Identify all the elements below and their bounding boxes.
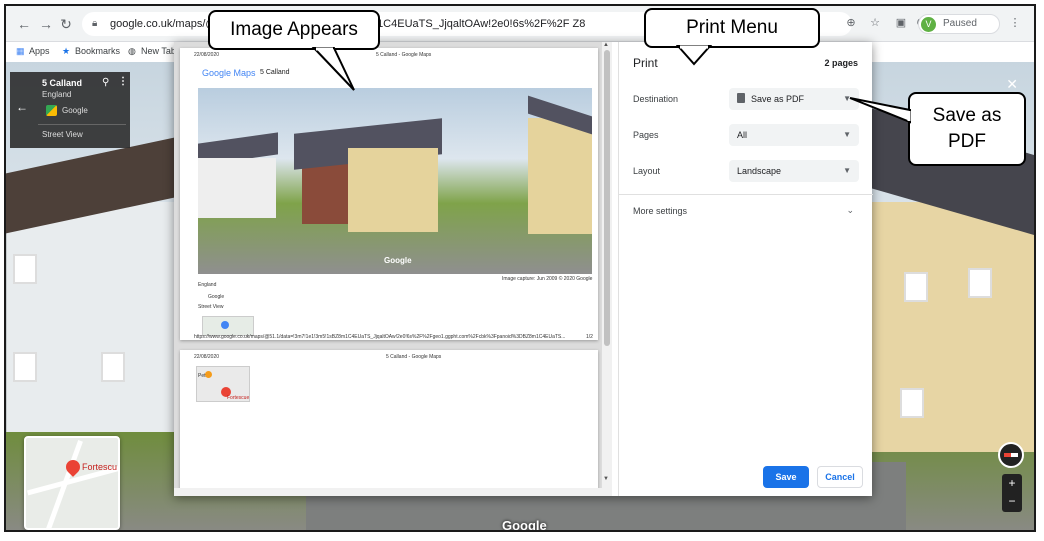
- pages-select[interactable]: All ▼: [729, 124, 859, 146]
- screenshot-frame: ← → ↻ 🔒︎ google.co.uk/maps/@51. data=!3m…: [4, 4, 1036, 532]
- street-view-info-card: ← 5 Calland England Google ⚲ ⋮ Street Vi…: [10, 72, 130, 148]
- divider: [619, 194, 873, 195]
- pages-label: Pages: [633, 130, 659, 140]
- page-url: https://www.google.co.uk/maps/@51.1/data…: [194, 334, 566, 340]
- print-preview: 22/08/2020 5 Calland - Google Maps Googl…: [174, 42, 612, 496]
- page-mode: Street View: [198, 304, 224, 310]
- browser-toolbar: ← → ↻ 🔒︎ google.co.uk/maps/@51. data=!3m…: [6, 6, 1034, 42]
- page-place: 5 Calland: [260, 69, 290, 76]
- place-region: England: [42, 90, 72, 99]
- house-right-image: [844, 100, 1034, 452]
- callout-image-appears: Image Appears: [208, 10, 380, 50]
- callout-text: Print Menu: [686, 17, 778, 38]
- page-date: 22/08/2020: [194, 52, 220, 58]
- scroll-up-icon[interactable]: ▲: [603, 42, 609, 48]
- page-number: 1/2: [586, 334, 593, 340]
- close-icon[interactable]: ✕: [1006, 76, 1018, 93]
- layout-label: Layout: [633, 166, 661, 176]
- layout-value: Landscape: [737, 166, 782, 176]
- star-icon: ★: [62, 46, 71, 56]
- reload-icon[interactable]: ↻: [58, 16, 74, 32]
- callout-tail-image: [311, 47, 355, 91]
- add-bookmark-icon[interactable]: ⊕: [844, 16, 858, 30]
- scroll-thumb[interactable]: [604, 50, 610, 346]
- page-minimap: [202, 316, 254, 336]
- pin-icon[interactable]: ⚲: [102, 77, 109, 88]
- preview-page-2: 22/08/2020 5 Calland - Google Maps Pet F…: [180, 350, 598, 490]
- document-icon: [737, 93, 745, 103]
- more-vert-icon[interactable]: ⋮: [118, 76, 128, 87]
- bookmark-apps[interactable]: ▦ Apps: [16, 46, 50, 57]
- capture-note: Image capture: Jun 2009 © 2020 Google: [502, 276, 593, 282]
- destination-select[interactable]: Save as PDF ▼: [729, 88, 859, 110]
- save-button[interactable]: Save: [763, 466, 809, 488]
- bookmark-new-tab[interactable]: ◍ New Tab: [128, 46, 176, 57]
- avatar: V: [921, 17, 936, 32]
- print-dialog: 22/08/2020 5 Calland - Google Maps Googl…: [174, 42, 873, 496]
- print-settings-panel: Print 2 pages Destination Save as PDF ▼ …: [618, 42, 873, 496]
- place-title: 5 Calland: [42, 78, 83, 88]
- zoom-in-button[interactable]: +: [1002, 474, 1022, 492]
- minimap[interactable]: Fortescu: [24, 436, 120, 530]
- back-arrow-icon[interactable]: ←: [16, 16, 32, 32]
- callout-tail-print: [676, 45, 713, 66]
- pages-value: All: [737, 130, 748, 140]
- page-map: Pet Fortescue: [196, 366, 250, 402]
- zoom-control: + −: [1002, 474, 1022, 512]
- google-maps-logo: Google Maps: [202, 68, 256, 78]
- cancel-button[interactable]: Cancel: [817, 466, 863, 488]
- callout-text: PDF: [948, 131, 986, 152]
- back-arrow-icon[interactable]: ←: [16, 100, 28, 114]
- page-date: 22/08/2020: [194, 354, 220, 360]
- google-watermark: Google: [502, 518, 547, 532]
- map-label-b: Fortescue: [227, 395, 250, 401]
- layout-select[interactable]: Landscape ▼: [729, 160, 859, 182]
- cast-icon[interactable]: ▣: [894, 16, 908, 30]
- forward-arrow-icon[interactable]: →: [38, 16, 54, 32]
- provider-label: Google: [62, 106, 88, 115]
- page-region: England: [198, 282, 217, 288]
- pin-icon: [205, 371, 212, 378]
- star-icon[interactable]: ☆: [868, 16, 882, 30]
- globe-icon: ◍: [128, 46, 136, 56]
- page-header: 5 Calland - Google Maps: [386, 354, 442, 360]
- preview-scrollbar[interactable]: ▲ ▼: [602, 42, 612, 496]
- bookmark-bookmarks[interactable]: ★ Bookmarks: [62, 46, 120, 57]
- lock-icon: 🔒︎: [92, 18, 98, 29]
- callout-text: Image Appears: [230, 19, 358, 40]
- print-title: Print: [633, 56, 658, 70]
- page-count: 2 pages: [824, 58, 858, 68]
- chevron-down-icon[interactable]: ⌄: [846, 205, 854, 216]
- destination-value: Save as PDF: [751, 94, 805, 104]
- destination-label: Destination: [633, 94, 679, 104]
- google-maps-icon: [46, 105, 57, 116]
- minimap-label: Fortescu: [82, 462, 118, 472]
- zoom-out-button[interactable]: −: [1002, 492, 1022, 510]
- callout-tail-pdf: [849, 97, 911, 124]
- photo-watermark: Google: [384, 256, 412, 265]
- apps-grid-icon: ▦: [16, 46, 25, 56]
- scroll-down-icon[interactable]: ▼: [603, 476, 609, 482]
- map-label-a: Pet: [198, 373, 206, 379]
- menu-dots-icon[interactable]: ⋮: [1008, 16, 1022, 30]
- street-view-photo: Google: [198, 88, 592, 274]
- chevron-down-icon: ▼: [843, 166, 851, 175]
- more-settings-toggle[interactable]: More settings: [633, 206, 687, 216]
- divider: [38, 124, 126, 125]
- compass-icon[interactable]: [998, 442, 1024, 468]
- profile-status: Paused: [943, 18, 977, 29]
- house-left-image: [6, 132, 197, 432]
- callout-save-as-pdf: Save as PDF: [908, 92, 1026, 166]
- preview-page-1: 22/08/2020 5 Calland - Google Maps Googl…: [180, 48, 598, 340]
- location-pin-icon: [221, 321, 229, 329]
- mode-label: Street View: [42, 130, 83, 139]
- page-provider: Google: [208, 294, 225, 300]
- callout-text: Save as: [932, 105, 1002, 126]
- preview-horizontal-scrollbar[interactable]: [174, 488, 602, 496]
- profile-button[interactable]: V Paused: [918, 14, 1000, 34]
- page-header: 5 Calland - Google Maps: [376, 52, 432, 58]
- callout-print-menu: Print Menu: [644, 8, 820, 48]
